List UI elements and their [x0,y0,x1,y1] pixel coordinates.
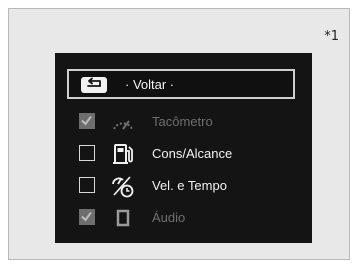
display-screen: · Voltar · Tacômetro Cons/Alcance Vel. e… [55,53,312,243]
menu-item-label: Vel. e Tempo [152,178,227,193]
checkbox-unchecked[interactable] [79,177,95,193]
fuel-consumption-icon [110,141,136,167]
back-icon [81,77,107,93]
scroll-fade-overlay [55,229,312,243]
menu-item-label: Áudio [152,210,186,225]
audio-icon [110,205,136,231]
menu-item-consumption-range[interactable]: Cons/Alcance [55,138,312,170]
back-label: · Voltar · [125,77,175,92]
footnote-marker: *1 [324,29,339,44]
illustration-frame: *1 · Voltar · Tacômetro Cons/Alcance Vel… [8,8,350,260]
menu-item-tachometer[interactable]: Tacômetro [55,106,312,138]
checkbox-unchecked[interactable] [79,145,95,161]
back-button[interactable]: · Voltar · [67,69,295,99]
tachometer-icon [110,109,136,135]
speed-time-icon [110,173,136,199]
checkbox-checked[interactable] [79,113,95,129]
menu-item-speed-time[interactable]: Vel. e Tempo [55,170,312,202]
menu-item-label: Tacômetro [152,114,213,129]
checkbox-checked[interactable] [79,209,95,225]
menu-item-label: Cons/Alcance [152,146,233,161]
